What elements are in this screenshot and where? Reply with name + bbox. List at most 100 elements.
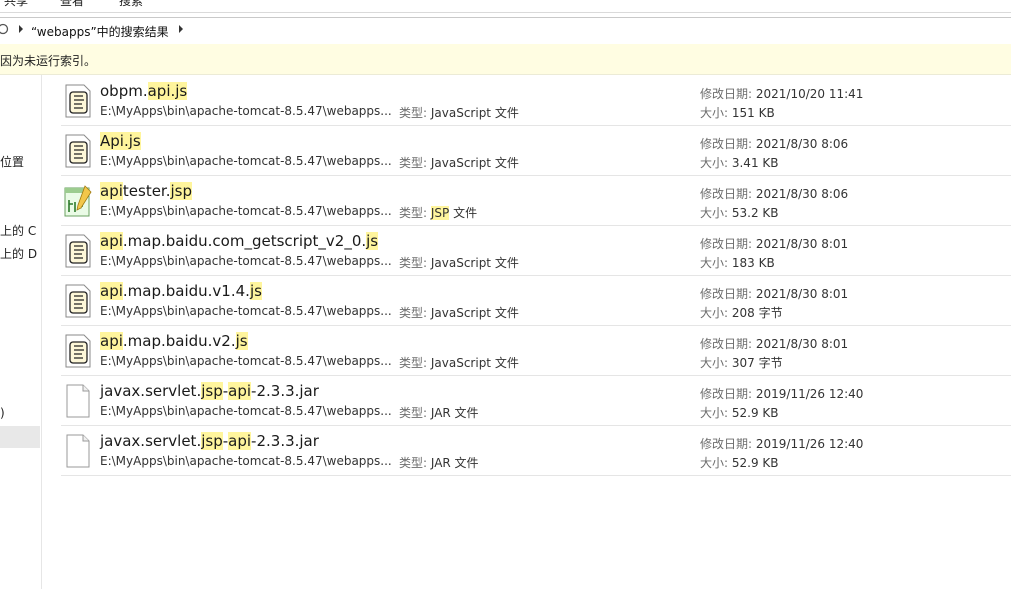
file-name-part: .map.baidu.com_getscript_v2_0. xyxy=(122,232,367,250)
file-size-label: 大小: xyxy=(700,206,732,220)
file-type-value-part: JAR 文件 xyxy=(430,406,479,420)
ribbon-tabs: 共享 查看 搜索 xyxy=(0,0,1011,13)
file-row[interactable]: api.map.baidu.v1.4.js E:\MyApps\bin\apach… xyxy=(61,276,1011,326)
file-type-label: 类型: xyxy=(399,156,431,170)
file-name-highlight: api xyxy=(100,232,123,250)
file-size-value: 307 字节 xyxy=(731,356,783,370)
file-type-value-part: JAR 文件 xyxy=(430,456,479,470)
file-name-highlight: jsp xyxy=(201,382,223,400)
file-modified-value: 2021/8/30 8:01 xyxy=(755,237,849,251)
file-name[interactable]: Api.js xyxy=(100,132,141,150)
tab-view[interactable]: 查看 xyxy=(60,0,84,9)
file-modified-value: 2021/8/30 8:06 xyxy=(755,137,849,151)
file-path: E:\MyApps\bin\apache-tomcat-8.5.47\webap… xyxy=(100,404,392,418)
js-script-icon xyxy=(63,234,93,268)
file-type-value-part: JavaScript 文件 xyxy=(430,306,519,320)
file-name-part: tester. xyxy=(122,182,171,200)
file-name-highlight: api xyxy=(100,282,123,300)
file-modified-value: 2021/8/30 8:06 xyxy=(755,187,849,201)
file-name-highlight: jsp xyxy=(170,182,192,200)
file-modified-value: 2019/11/26 12:40 xyxy=(755,437,864,451)
file-path: E:\MyApps\bin\apache-tomcat-8.5.47\webap… xyxy=(100,354,392,368)
file-path: E:\MyApps\bin\apache-tomcat-8.5.47\webap… xyxy=(100,254,392,268)
file-type-value-part: JavaScript 文件 xyxy=(430,106,519,120)
file-size-value: 208 字节 xyxy=(731,306,783,320)
file-name-highlight: api xyxy=(100,182,123,200)
file-type-label: 类型: xyxy=(399,206,431,220)
blank-file-icon xyxy=(63,434,93,468)
file-type: 类型: JavaScript 文件 xyxy=(399,304,519,321)
file-name-part: -2.3.3.jar xyxy=(251,432,319,450)
file-size-label: 大小: xyxy=(700,106,732,120)
file-name-part: .map.baidu.v2. xyxy=(122,332,236,350)
file-modified: 修改日期: 2021/8/30 8:01 xyxy=(700,285,848,302)
file-type-value-part: 文件 xyxy=(449,206,478,220)
index-info-bar[interactable]: 因为未运行索引。 xyxy=(0,44,1011,75)
file-modified-label: 修改日期: xyxy=(700,437,756,451)
file-name-highlight: api xyxy=(228,382,252,400)
info-bar-text: 因为未运行索引。 xyxy=(0,54,97,68)
nav-item-drive-d[interactable]: 上的 D xyxy=(0,245,37,262)
file-name[interactable]: apitester.jsp xyxy=(100,182,192,200)
file-size: 大小: 53.2 KB xyxy=(700,204,779,221)
file-type: 类型: JAR 文件 xyxy=(399,454,479,471)
file-name[interactable]: javax.servlet.jsp-api-2.3.3.jar xyxy=(100,432,319,450)
nav-item-drive-c[interactable]: 上的 C xyxy=(0,222,36,239)
file-size: 大小: 52.9 KB xyxy=(700,404,779,421)
file-name[interactable]: api.map.baidu.com_getscript_v2_0.js xyxy=(100,232,379,250)
file-row[interactable]: obpm.api.js E:\MyApps\bin\apache-tomcat-8… xyxy=(61,76,1011,126)
file-size-label: 大小: xyxy=(700,456,732,470)
file-size: 大小: 151 KB xyxy=(700,104,775,121)
file-size-value: 53.2 KB xyxy=(731,206,779,220)
file-name[interactable]: obpm.api.js xyxy=(100,82,188,100)
tab-search[interactable]: 搜索 xyxy=(119,0,143,9)
file-type: 类型: JAR 文件 xyxy=(399,404,479,421)
file-modified-label: 修改日期: xyxy=(700,387,756,401)
file-path: E:\MyApps\bin\apache-tomcat-8.5.47\webap… xyxy=(100,304,392,318)
file-row[interactable]: api.map.baidu.v2.js E:\MyApps\bin\apache-… xyxy=(61,326,1011,376)
file-size-label: 大小: xyxy=(700,306,732,320)
file-name[interactable]: api.map.baidu.v1.4.js xyxy=(100,282,262,300)
nav-item-partial[interactable]: ) xyxy=(0,406,5,420)
file-type: 类型: JavaScript 文件 xyxy=(399,104,519,121)
file-name[interactable]: javax.servlet.jsp-api-2.3.3.jar xyxy=(100,382,319,400)
breadcrumb-arrow-icon[interactable] xyxy=(179,25,183,33)
file-name-highlight: js xyxy=(366,232,379,250)
js-script-icon xyxy=(63,284,93,318)
file-type-label: 类型: xyxy=(399,456,431,470)
file-row[interactable]: javax.servlet.jsp-api-2.3.3.jar E:\MyApps… xyxy=(61,426,1011,476)
file-modified-label: 修改日期: xyxy=(700,137,756,151)
file-name-highlight: api.js xyxy=(147,82,188,100)
file-size: 大小: 208 字节 xyxy=(700,304,783,321)
file-row[interactable]: api.map.baidu.com_getscript_v2_0.js E:\My… xyxy=(61,226,1011,276)
file-type-value-part: JavaScript 文件 xyxy=(430,356,519,370)
file-name-highlight: api xyxy=(100,332,123,350)
file-size-value: 151 KB xyxy=(731,106,775,120)
file-path: E:\MyApps\bin\apache-tomcat-8.5.47\webap… xyxy=(100,104,392,118)
file-modified: 修改日期: 2019/11/26 12:40 xyxy=(700,385,863,402)
file-size-label: 大小: xyxy=(700,406,732,420)
file-row[interactable]: javax.servlet.jsp-api-2.3.3.jar E:\MyApps… xyxy=(61,376,1011,426)
search-icon xyxy=(0,23,9,35)
file-modified-value: 2021/8/30 8:01 xyxy=(755,287,849,301)
file-name-part: javax.servlet. xyxy=(100,382,202,400)
file-type: 类型: JavaScript 文件 xyxy=(399,354,519,371)
address-bar[interactable]: “webapps”中的搜索结果 xyxy=(0,17,1011,45)
file-modified-label: 修改日期: xyxy=(700,287,756,301)
file-type-label: 类型: xyxy=(399,406,431,420)
file-modified: 修改日期: 2021/8/30 8:06 xyxy=(700,135,848,152)
tab-share[interactable]: 共享 xyxy=(4,0,28,9)
file-type: 类型: JSP 文件 xyxy=(399,204,477,221)
file-modified-value: 2019/11/26 12:40 xyxy=(755,387,864,401)
file-row[interactable]: apitester.jsp E:\MyApps\bin\apache-tomcat… xyxy=(61,176,1011,226)
nav-item-selected[interactable] xyxy=(0,426,40,448)
nav-item-location[interactable]: 位置 xyxy=(0,153,24,170)
file-row[interactable]: Api.js E:\MyApps\bin\apache-tomcat-8.5.47… xyxy=(61,126,1011,176)
file-modified: 修改日期: 2021/8/30 8:01 xyxy=(700,235,848,252)
breadcrumb-arrow-icon[interactable] xyxy=(19,25,23,33)
file-modified: 修改日期: 2021/8/30 8:06 xyxy=(700,185,848,202)
file-path: E:\MyApps\bin\apache-tomcat-8.5.47\webap… xyxy=(100,154,392,168)
file-path: E:\MyApps\bin\apache-tomcat-8.5.47\webap… xyxy=(100,204,392,218)
breadcrumb-location[interactable]: “webapps”中的搜索结果 xyxy=(31,23,169,40)
file-name[interactable]: api.map.baidu.v2.js xyxy=(100,332,248,350)
